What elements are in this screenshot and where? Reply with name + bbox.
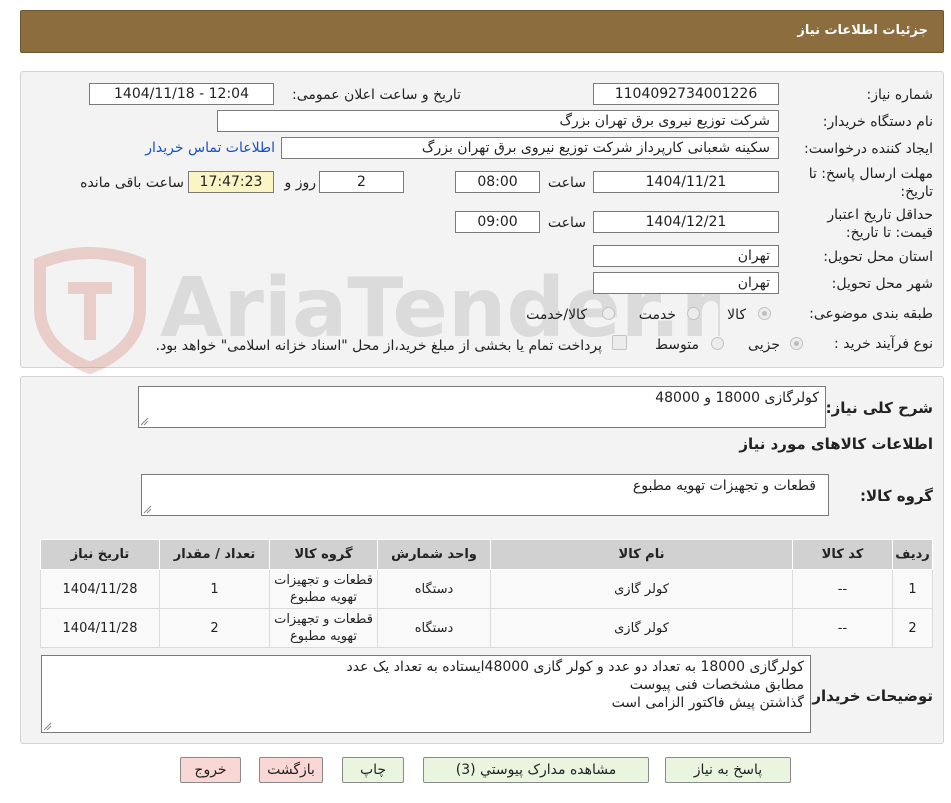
deadline-time-field: 08:00 bbox=[455, 171, 540, 193]
print-button[interactable]: چاپ bbox=[342, 757, 404, 783]
cell-quantity: 2 bbox=[159, 608, 270, 648]
need-number-label: شماره نیاز: bbox=[866, 87, 934, 103]
buyer-contact-link[interactable]: اطلاعات تماس خریدار bbox=[145, 140, 275, 156]
view-attachments-button[interactable]: مشاهده مدارک پیوستي (3) bbox=[423, 757, 649, 783]
buyer-org-field: شرکت توزیع نیروی برق تهران بزرگ bbox=[217, 110, 779, 132]
page-title: جزئیات اطلاعات نیاز bbox=[797, 23, 928, 38]
col-header-unit: واحد شمارش bbox=[377, 539, 491, 570]
buyer-notes-line: مطابق مشخصات فنی پیوست bbox=[629, 677, 804, 693]
category-option-service: خدمت bbox=[638, 307, 676, 323]
resize-grip-icon[interactable] bbox=[140, 417, 149, 426]
process-option-minor: جزیی bbox=[748, 337, 780, 353]
validity-date-field: 1404/12/21 bbox=[593, 211, 779, 233]
reply-to-need-button[interactable]: پاسخ به نیاز bbox=[665, 757, 791, 783]
process-option-medium: متوسط bbox=[655, 337, 699, 353]
col-header-group: گروه کالا bbox=[269, 539, 378, 570]
cell-code: -- bbox=[792, 569, 893, 609]
days-remaining-field: 2 bbox=[319, 171, 404, 193]
province-field: تهران bbox=[593, 245, 779, 267]
exit-button[interactable]: خروج bbox=[180, 757, 241, 783]
validity-label-2: قیمت: تا تاریخ: bbox=[845, 225, 933, 241]
buyer-org-label: نام دستگاه خریدار: bbox=[822, 114, 933, 130]
table-row: 2 -- کولر گازی دستگاه قطعات و تجهیزات ته… bbox=[40, 608, 933, 648]
cell-row-number: 1 bbox=[892, 569, 933, 609]
cell-quantity: 1 bbox=[159, 569, 270, 609]
table-header-row: ردیف کد کالا نام کالا واحد شمارش گروه کا… bbox=[40, 539, 933, 570]
resize-grip-icon[interactable] bbox=[43, 722, 52, 731]
process-radio-medium[interactable] bbox=[711, 337, 724, 350]
treasury-payment-checkbox[interactable] bbox=[612, 335, 627, 350]
remaining-time-field: 17:47:23 bbox=[188, 171, 274, 193]
back-button[interactable]: بازگشت bbox=[259, 757, 323, 783]
deadline-date-field: 1404/11/21 bbox=[593, 171, 779, 193]
city-field: تهران bbox=[593, 272, 779, 294]
col-header-code: کد کالا bbox=[792, 539, 893, 570]
col-header-row-number: ردیف bbox=[892, 539, 933, 570]
buyer-notes-label: توضیحات خریدار: bbox=[806, 687, 933, 705]
buyer-notes-field: کولرگازی 18000 به تعداد دو عدد و کولر گا… bbox=[41, 655, 811, 733]
col-header-quantity: تعداد / مقدار bbox=[159, 539, 270, 570]
col-header-need-date: تاریخ نیاز bbox=[40, 539, 160, 570]
validity-time-field: 09:00 bbox=[455, 211, 540, 233]
cell-group: قطعات و تجهیزات تهویه مطبوع bbox=[269, 569, 378, 609]
goods-table: ردیف کد کالا نام کالا واحد شمارش گروه کا… bbox=[40, 539, 933, 648]
col-header-name: نام کالا bbox=[490, 539, 793, 570]
cell-unit: دستگاه bbox=[377, 569, 491, 609]
goods-group-text: قطعات و تجهیزات تهویه مطبوع bbox=[632, 478, 816, 494]
category-radio-service[interactable] bbox=[687, 307, 700, 320]
deadline-label: مهلت ارسال پاسخ: تا bbox=[808, 166, 933, 182]
table-row: 1 -- کولر گازی دستگاه قطعات و تجهیزات ته… bbox=[40, 569, 933, 609]
announce-date-label: تاریخ و ساعت اعلان عمومی: bbox=[292, 87, 461, 103]
need-number-field: 1104092734001226 bbox=[593, 83, 779, 105]
goods-group-label: گروه کالا: bbox=[860, 487, 933, 505]
process-type-label: نوع فرآیند خرید : bbox=[834, 336, 933, 352]
province-label: استان محل تحویل: bbox=[823, 249, 933, 265]
category-option-goods: کالا bbox=[727, 307, 746, 323]
need-summary-text: کولرگازی 18000 و 48000 bbox=[655, 390, 819, 406]
process-radio-minor[interactable] bbox=[790, 337, 803, 350]
requester-field: سکینه شعبانی کارپرداز شرکت توزیع نیروی ب… bbox=[281, 137, 779, 159]
need-summary-label: شرح کلی نیاز: bbox=[825, 399, 933, 417]
buyer-notes-line: کولرگازی 18000 به تعداد دو عدد و کولر گا… bbox=[346, 659, 804, 675]
cell-code: -- bbox=[792, 608, 893, 648]
cell-name: کولر گازی bbox=[490, 608, 793, 648]
cell-need-date: 1404/11/28 bbox=[40, 608, 160, 648]
city-label: شهر محل تحویل: bbox=[831, 276, 933, 292]
category-radio-goods[interactable] bbox=[758, 307, 771, 320]
category-label: طبقه بندی موضوعی: bbox=[809, 306, 933, 322]
resize-grip-icon[interactable] bbox=[143, 505, 152, 514]
announce-date-field: 1404/11/18 - 12:04 bbox=[89, 83, 274, 105]
cell-unit: دستگاه bbox=[377, 608, 491, 648]
page-header: جزئیات اطلاعات نیاز bbox=[20, 10, 944, 53]
cell-row-number: 2 bbox=[892, 608, 933, 648]
goods-group-field: قطعات و تجهیزات تهویه مطبوع bbox=[141, 474, 829, 516]
cell-name: کولر گازی bbox=[490, 569, 793, 609]
category-radio-goods-service[interactable] bbox=[602, 307, 615, 320]
goods-info-title: اطلاعات کالاهای مورد نیاز bbox=[739, 435, 933, 453]
buyer-notes-line: گذاشتن پیش فاکتور الزامی است bbox=[611, 695, 804, 711]
category-option-goods-service: کالا/خدمت bbox=[526, 307, 587, 323]
treasury-payment-note: پرداخت تمام یا بخشی از مبلغ خرید،از محل … bbox=[155, 338, 602, 354]
remaining-time-label: ساعت باقی مانده bbox=[80, 175, 184, 191]
need-summary-field: کولرگازی 18000 و 48000 bbox=[138, 386, 826, 428]
validity-time-label: ساعت bbox=[547, 215, 586, 231]
requester-label: ایجاد کننده درخواست: bbox=[804, 141, 933, 157]
deadline-label-2: تاریخ: bbox=[900, 184, 933, 200]
cell-group: قطعات و تجهیزات تهویه مطبوع bbox=[269, 608, 378, 648]
deadline-time-label: ساعت bbox=[547, 175, 586, 191]
validity-label: حداقل تاریخ اعتبار bbox=[827, 207, 933, 223]
days-label: روز و bbox=[284, 175, 317, 191]
cell-need-date: 1404/11/28 bbox=[40, 569, 160, 609]
